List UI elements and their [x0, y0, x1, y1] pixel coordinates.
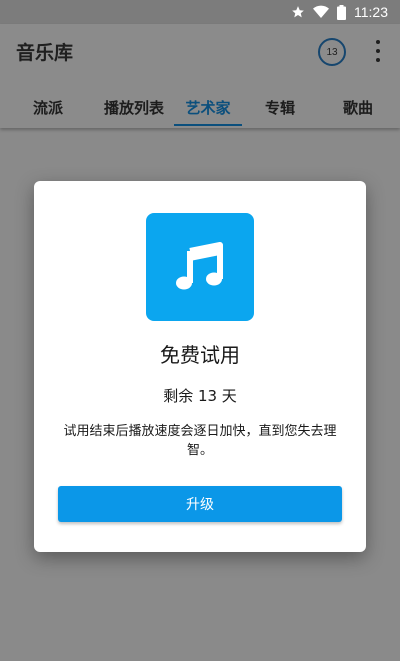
app-bar: 音乐库 13 流派 播放列表 艺术家 专辑 歌曲: [0, 24, 400, 128]
dialog-title: 免费试用: [160, 343, 240, 367]
tab-label: 专辑: [264, 98, 295, 117]
wifi-icon: [313, 5, 329, 19]
tab-genres[interactable]: 流派: [0, 86, 96, 128]
tab-label: 艺术家: [185, 98, 231, 117]
tab-label: 流派: [32, 98, 63, 117]
tab-albums[interactable]: 专辑: [244, 86, 316, 128]
trial-dialog: 免费试用 剩余 13 天 试用结束后播放速度会逐日加快，直到您失去理智。 升级: [34, 181, 366, 552]
status-bar: 11:23: [0, 0, 400, 24]
music-note-icon: [146, 213, 254, 321]
tab-label: 播放列表: [103, 98, 164, 117]
tab-label: 歌曲: [342, 98, 373, 117]
status-time: 11:23: [354, 4, 388, 20]
tab-songs[interactable]: 歌曲: [316, 86, 400, 128]
tab-playlists[interactable]: 播放列表: [96, 86, 172, 128]
app-title: 音乐库: [16, 42, 74, 64]
more-options-icon[interactable]: [368, 40, 388, 62]
trial-counter-badge[interactable]: 13: [318, 38, 346, 66]
upgrade-button[interactable]: 升级: [58, 486, 342, 522]
trial-remaining: 剩余 13 天: [163, 387, 237, 405]
tab-bar: 流派 播放列表 艺术家 专辑 歌曲: [0, 86, 400, 128]
star-icon: [291, 5, 305, 19]
battery-icon: [337, 4, 346, 20]
dialog-description: 试用结束后播放速度会逐日加快，直到您失去理智。: [63, 424, 337, 458]
tab-artists[interactable]: 艺术家: [172, 86, 244, 128]
